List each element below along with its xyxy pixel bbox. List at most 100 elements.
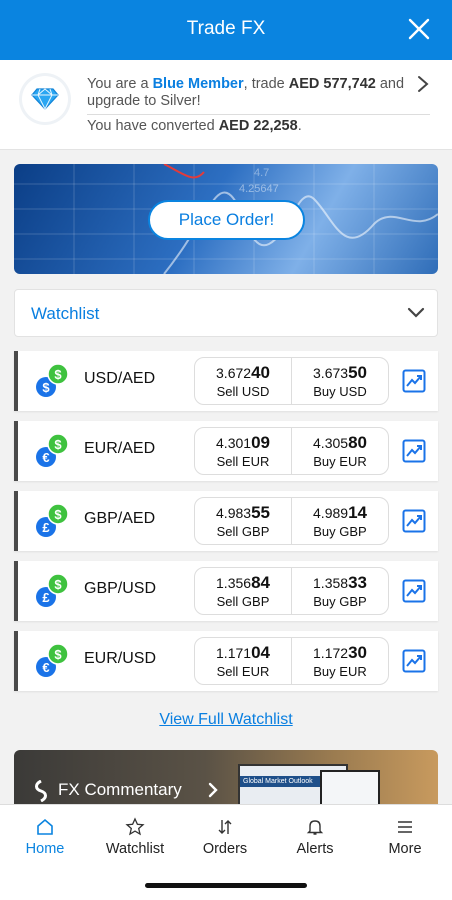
place-order-button[interactable]: Place Order! (148, 200, 305, 240)
diamond-badge (22, 76, 68, 122)
sell-button[interactable]: 1.17104 Sell EUR (195, 638, 291, 684)
sell-price-pips: 40 (251, 363, 270, 382)
currency-symbol: € (42, 660, 49, 675)
chart-icon[interactable] (402, 509, 426, 533)
sell-price-main: 1.356 (216, 575, 252, 591)
star-icon (125, 817, 145, 836)
divider (87, 114, 430, 115)
menu-icon (398, 821, 412, 833)
quote-box: 4.98355 Sell GBP 4.98914 Buy GBP (194, 497, 389, 545)
buy-button[interactable]: 1.17230 Buy EUR (291, 638, 388, 684)
dollar-symbol: $ (54, 577, 62, 592)
buy-price: 1.35833 (292, 573, 388, 593)
sell-button[interactable]: 4.30109 Sell EUR (195, 428, 291, 474)
buy-price: 4.30580 (292, 433, 388, 453)
buy-price: 3.67350 (292, 363, 388, 383)
tab-alerts[interactable]: Alerts (270, 817, 360, 857)
fx-commentary-title: FX Commentary (58, 780, 182, 799)
sell-button[interactable]: 4.98355 Sell GBP (195, 498, 291, 544)
sell-label: Sell USD (216, 384, 270, 399)
dollar-currency-icon: $ $ (36, 363, 69, 397)
buy-button[interactable]: 4.98914 Buy GBP (291, 498, 388, 544)
quote-box: 4.30109 Sell EUR 4.30580 Buy EUR (194, 427, 389, 475)
buy-price-pips: 30 (348, 643, 367, 662)
converted-message: You have converted AED 22,258. (87, 118, 302, 134)
sell-button[interactable]: 1.35684 Sell GBP (195, 568, 291, 614)
close-icon[interactable] (406, 16, 432, 42)
home-icon (37, 818, 53, 835)
buy-button[interactable]: 4.30580 Buy EUR (291, 428, 388, 474)
sell-price-main: 3.672 (216, 365, 252, 381)
membership-prefix: You are a (87, 76, 153, 92)
buy-price-main: 4.989 (313, 505, 349, 521)
converted-suffix: . (297, 118, 302, 134)
pound-currency-icon: £ $ (36, 573, 69, 607)
buy-price-pips: 80 (348, 433, 367, 452)
buy-price-pips: 14 (348, 503, 367, 522)
bell-icon (306, 820, 324, 835)
chevron-right-icon[interactable] (416, 74, 430, 94)
watchlist-dropdown[interactable]: Watchlist (14, 289, 438, 337)
euro-currency-icon: € $ (36, 433, 69, 467)
sell-price-main: 4.301 (216, 435, 252, 451)
tab-watchlist[interactable]: Watchlist (90, 817, 180, 857)
sell-price: 4.98355 (195, 503, 291, 523)
sell-price-pips: 55 (251, 503, 270, 522)
tab-label: Watchlist (105, 841, 165, 857)
currency-pair: GBP/USD (84, 580, 157, 597)
chevron-down-icon[interactable] (407, 307, 425, 319)
sell-price-pips: 09 (251, 433, 270, 452)
tab-more[interactable]: More (360, 817, 450, 857)
tab-label: Alerts (296, 841, 334, 857)
chart-icon[interactable] (402, 649, 426, 673)
diamond-icon (31, 88, 59, 111)
buy-label: Buy GBP (313, 524, 367, 539)
watchlist-row[interactable]: € $ EUR/AED 4.30109 Sell EUR 4.30580 Buy… (14, 421, 438, 481)
sell-price: 1.17104 (195, 643, 291, 663)
buy-label: Buy USD (313, 384, 367, 399)
dollar-symbol: $ (54, 367, 62, 382)
membership-mid: , trade (243, 76, 289, 92)
home-indicator (145, 883, 307, 888)
currency-symbol: £ (42, 520, 50, 535)
buy-price-main: 1.172 (313, 645, 349, 661)
watchlist-row[interactable]: £ $ GBP/USD 1.35684 Sell GBP 1.35833 Buy… (14, 561, 438, 621)
svg-text:4.7: 4.7 (254, 167, 269, 179)
chevron-right-icon[interactable] (208, 782, 218, 798)
chart-icon[interactable] (402, 579, 426, 603)
pound-currency-icon: £ $ (36, 503, 69, 537)
currency-pair: EUR/AED (84, 440, 156, 457)
watchlist-row[interactable]: $ $ USD/AED 3.67240 Sell USD 3.67350 Buy… (14, 351, 438, 411)
buy-price: 1.17230 (292, 643, 388, 663)
view-full-watchlist-link[interactable]: View Full Watchlist (0, 711, 452, 729)
dollar-symbol: $ (54, 507, 62, 522)
place-order-banner: 4.25647 4.7 Place Order! (14, 164, 438, 274)
currency-symbol: £ (42, 590, 50, 605)
sell-price-main: 4.983 (216, 505, 252, 521)
currency-pair: EUR/USD (84, 650, 157, 667)
sell-label: Sell EUR (216, 664, 270, 679)
fx-commentary-card[interactable]: Global Market Outlook FX Commentary (14, 750, 438, 810)
buy-label: Buy GBP (313, 594, 367, 609)
quote-box: 1.17104 Sell EUR 1.17230 Buy EUR (194, 637, 389, 685)
bank-logo-icon (35, 780, 47, 802)
trade-amount: AED 577,742 (288, 76, 376, 92)
tab-orders[interactable]: Orders (180, 817, 270, 857)
dollar-symbol: $ (54, 437, 62, 452)
sell-price-main: 1.171 (216, 645, 252, 661)
membership-card[interactable]: You are a Blue Member, trade AED 577,742… (0, 60, 452, 150)
tab-home[interactable]: Home (0, 817, 90, 857)
watchlist-row[interactable]: € $ EUR/USD 1.17104 Sell EUR 1.17230 Buy… (14, 631, 438, 691)
chart-icon[interactable] (402, 439, 426, 463)
quote-box: 1.35684 Sell GBP 1.35833 Buy GBP (194, 567, 389, 615)
sell-button[interactable]: 3.67240 Sell USD (195, 358, 291, 404)
watchlist-row[interactable]: £ $ GBP/AED 4.98355 Sell GBP 4.98914 Buy… (14, 491, 438, 551)
chart-icon[interactable] (402, 369, 426, 393)
buy-price-pips: 50 (348, 363, 367, 382)
buy-price-main: 3.673 (313, 365, 349, 381)
buy-button[interactable]: 3.67350 Buy USD (291, 358, 388, 404)
converted-amount: AED 22,258 (218, 118, 298, 134)
currency-pair: USD/AED (84, 370, 156, 387)
buy-button[interactable]: 1.35833 Buy GBP (291, 568, 388, 614)
buy-price-main: 4.305 (313, 435, 349, 451)
